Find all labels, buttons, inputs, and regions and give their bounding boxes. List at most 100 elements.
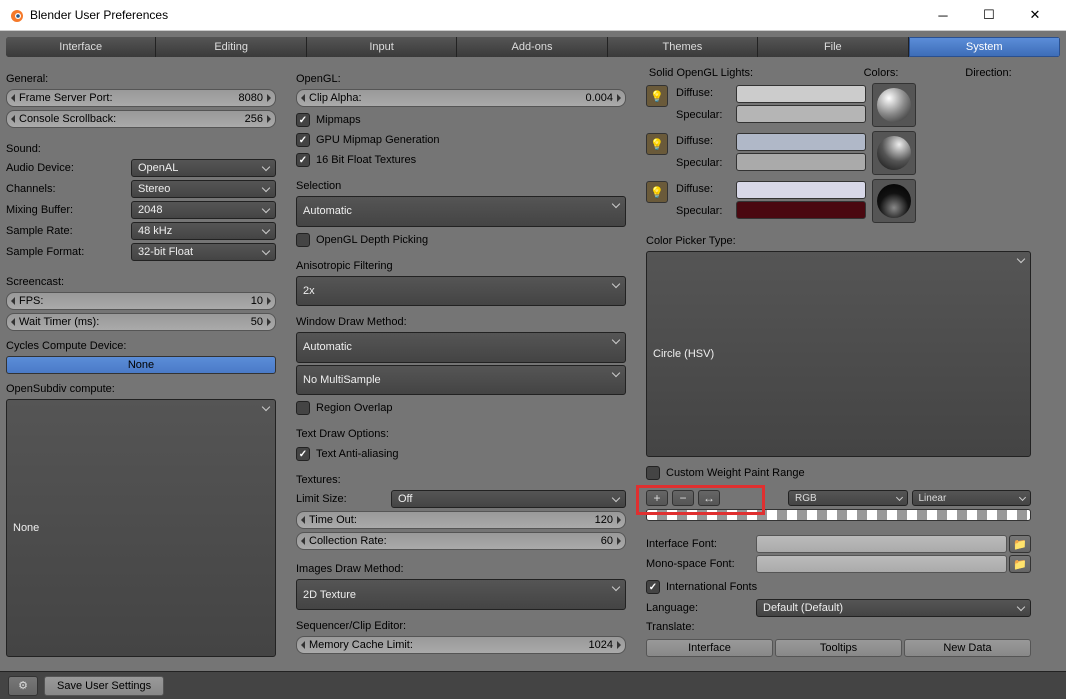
interface-font-input[interactable]: [756, 535, 1007, 553]
screencast-heading: Screencast:: [6, 276, 276, 288]
custom-weight-label: Custom Weight Paint Range: [666, 467, 805, 479]
wrench-icon: ⚙: [18, 679, 28, 692]
light-row-0: 💡 Diffuse:Specular:: [646, 83, 1031, 125]
light-toggle-2[interactable]: 💡: [646, 181, 668, 203]
region-overlap-checkbox[interactable]: [296, 401, 310, 415]
light-toggle-0[interactable]: 💡: [646, 85, 668, 107]
colors-label: Colors:: [816, 67, 946, 79]
weight-remove-button[interactable]: −: [672, 490, 694, 506]
images-draw-select[interactable]: 2D Texture: [296, 579, 626, 610]
textures-heading: Textures:: [296, 474, 626, 486]
clip-alpha-field[interactable]: Clip Alpha:0.004: [296, 89, 626, 107]
custom-weight-checkbox[interactable]: [646, 466, 660, 480]
specular-swatch-1[interactable]: [736, 153, 866, 171]
mipmaps-label: Mipmaps: [316, 114, 361, 126]
collection-field[interactable]: Collection Rate:60: [296, 532, 626, 550]
footer: ⚙ Save User Settings: [0, 671, 1066, 699]
interface-font-browse[interactable]: 📁: [1009, 535, 1031, 553]
translate-newdata-button[interactable]: New Data: [904, 639, 1031, 657]
light-toggle-1[interactable]: 💡: [646, 133, 668, 155]
window-draw-select[interactable]: Automatic: [296, 332, 626, 363]
titlebar: Blender User Preferences ─ ☐ ✕: [0, 0, 1066, 31]
multisample-select[interactable]: No MultiSample: [296, 365, 626, 396]
weight-rgb-select[interactable]: RGB: [788, 490, 908, 506]
close-button[interactable]: ✕: [1012, 0, 1058, 30]
light-row-1: 💡 Diffuse:Specular:: [646, 131, 1031, 173]
text-draw-heading: Text Draw Options:: [296, 428, 626, 440]
mem-cache-field[interactable]: Memory Cache Limit:1024: [296, 636, 626, 654]
console-scrollback[interactable]: Console Scrollback:256: [6, 110, 276, 128]
maximize-button[interactable]: ☐: [966, 0, 1012, 30]
selection-heading: Selection: [296, 180, 626, 192]
solid-lights-heading: Solid OpenGL Lights:: [646, 67, 756, 79]
minimize-button[interactable]: ─: [920, 0, 966, 30]
bulb-icon: 💡: [650, 186, 664, 199]
sequencer-heading: Sequencer/Clip Editor:: [296, 620, 626, 632]
audio-device-select[interactable]: OpenAL: [131, 159, 276, 177]
weight-color-strip[interactable]: [646, 509, 1031, 521]
sample-format-select[interactable]: 32-bit Float: [131, 243, 276, 261]
specular-label: Specular:: [676, 205, 736, 221]
tab-input[interactable]: Input: [307, 37, 457, 57]
weight-linear-select[interactable]: Linear: [912, 490, 1032, 506]
general-heading: General:: [6, 73, 276, 85]
aniso-select[interactable]: 2x: [296, 276, 626, 307]
mipmaps-checkbox[interactable]: [296, 113, 310, 127]
tab-interface[interactable]: Interface: [6, 37, 156, 57]
diffuse-swatch-2[interactable]: [736, 181, 866, 199]
translate-tooltips-button[interactable]: Tooltips: [775, 639, 902, 657]
cycles-heading: Cycles Compute Device:: [6, 340, 276, 352]
weight-add-button[interactable]: +: [646, 490, 668, 506]
fps-field[interactable]: FPS:10: [6, 292, 276, 310]
color-picker-select[interactable]: Circle (HSV): [646, 251, 1031, 457]
window-controls: ─ ☐ ✕: [920, 0, 1058, 30]
diffuse-swatch-1[interactable]: [736, 133, 866, 151]
aniso-heading: Anisotropic Filtering: [296, 260, 626, 272]
text-aa-checkbox[interactable]: [296, 447, 310, 461]
tab-file[interactable]: File: [758, 37, 908, 57]
float16-checkbox[interactable]: [296, 153, 310, 167]
depth-pick-checkbox[interactable]: [296, 233, 310, 247]
direction-sphere-1[interactable]: [872, 131, 916, 175]
language-select[interactable]: Default (Default): [756, 599, 1031, 617]
translate-interface-button[interactable]: Interface: [646, 639, 773, 657]
audio-device-label: Audio Device:: [6, 162, 131, 174]
tab-addons[interactable]: Add-ons: [457, 37, 607, 57]
opengl-heading: OpenGL:: [296, 73, 626, 85]
sample-rate-select[interactable]: 48 kHz: [131, 222, 276, 240]
specular-label: Specular:: [676, 109, 736, 125]
mono-font-input[interactable]: [756, 555, 1007, 573]
direction-sphere-0[interactable]: [872, 83, 916, 127]
diffuse-label: Diffuse:: [676, 183, 736, 199]
direction-sphere-2[interactable]: [872, 179, 916, 223]
intl-fonts-checkbox[interactable]: [646, 580, 660, 594]
interface-font-label: Interface Font:: [646, 538, 756, 550]
diffuse-swatch-0[interactable]: [736, 85, 866, 103]
float16-label: 16 Bit Float Textures: [316, 154, 416, 166]
limit-size-select[interactable]: Off: [391, 490, 626, 508]
selection-select[interactable]: Automatic: [296, 196, 626, 227]
mixing-buffer-select[interactable]: 2048: [131, 201, 276, 219]
blender-icon: [8, 7, 24, 23]
wait-timer-field[interactable]: Wait Timer (ms):50: [6, 313, 276, 331]
specular-swatch-0[interactable]: [736, 105, 866, 123]
sample-rate-label: Sample Rate:: [6, 225, 131, 237]
specular-label: Specular:: [676, 157, 736, 173]
tab-themes[interactable]: Themes: [608, 37, 758, 57]
frame-server-port[interactable]: Frame Server Port:8080: [6, 89, 276, 107]
weight-move-button[interactable]: ↔: [698, 490, 720, 506]
channels-select[interactable]: Stereo: [131, 180, 276, 198]
timeout-field[interactable]: Time Out:120: [296, 511, 626, 529]
cycles-device-button[interactable]: None: [6, 356, 276, 374]
prefs-tabs: Interface Editing Input Add-ons Themes F…: [6, 37, 1060, 57]
mixing-buffer-label: Mixing Buffer:: [6, 204, 131, 216]
bulb-icon: 💡: [650, 90, 664, 103]
tab-system[interactable]: System: [909, 37, 1060, 57]
gpu-mipmap-checkbox[interactable]: [296, 133, 310, 147]
opensubdiv-select[interactable]: None: [6, 399, 276, 657]
save-settings-button[interactable]: Save User Settings: [44, 676, 164, 696]
editor-type-button[interactable]: ⚙: [8, 676, 38, 696]
mono-font-browse[interactable]: 📁: [1009, 555, 1031, 573]
tab-editing[interactable]: Editing: [156, 37, 306, 57]
specular-swatch-2[interactable]: [736, 201, 866, 219]
